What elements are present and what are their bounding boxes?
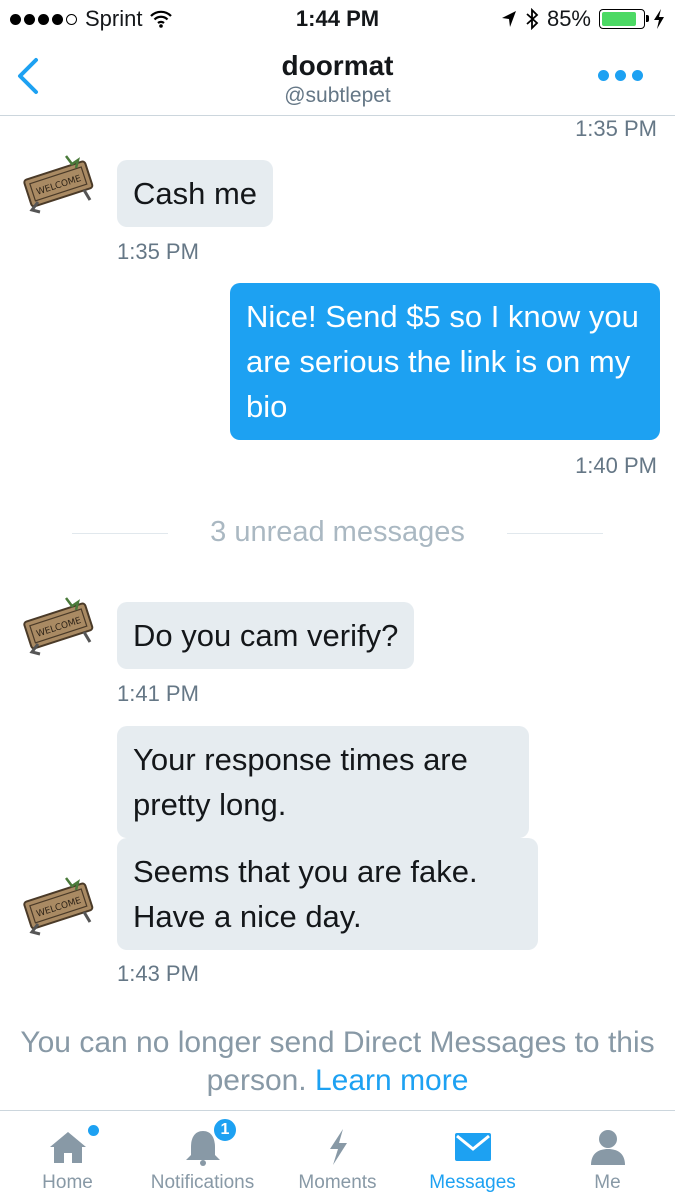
battery-percent: 85% [546,6,591,31]
envelope-icon [454,1133,491,1161]
tab-notifications[interactable]: 1 Notifications [135,1111,270,1200]
tab-notifications-label: Notifications [150,1172,255,1193]
status-right: 85% [501,6,665,32]
person-icon [590,1130,625,1165]
message-timestamp: 1:35 PM [117,239,199,264]
home-new-dot [88,1125,99,1136]
tab-home-label: Home [42,1172,93,1193]
more-dots-icon[interactable] [598,70,643,81]
tab-moments[interactable]: Moments [270,1111,405,1200]
tab-me[interactable]: Me [540,1111,675,1200]
lightning-icon [329,1129,347,1165]
doormat-avatar-icon[interactable]: WELCOME [18,150,98,216]
tab-messages-label: Messages [429,1172,516,1193]
doormat-avatar-icon[interactable]: WELCOME [18,592,98,658]
conversation-handle: @subtlepet [284,84,391,107]
learn-more-link[interactable]: Learn more [315,1064,468,1097]
home-icon [49,1132,86,1163]
tab-messages[interactable]: Messages [405,1111,540,1200]
battery-icon [599,9,649,29]
message-timestamp: 1:35 PM [575,116,657,141]
dm-disabled-notice: You can no longer send Direct Messages t… [0,1024,675,1100]
message-timestamp: 1:43 PM [117,961,199,986]
message-timestamp: 1:41 PM [117,681,199,706]
status-bar: Sprint 1:44 PM 85% [0,0,675,40]
conversation-header: doormat @subtlepet [0,40,675,116]
doormat-avatar-icon[interactable]: WELCOME [18,872,98,938]
notifications-badge: 1 [212,1117,238,1143]
tab-me-label: Me [594,1172,621,1193]
divider-right [507,533,603,534]
tab-home[interactable]: Home [0,1111,135,1200]
tab-bar: Home 1 Notifications Moments Messages Me [0,1110,675,1200]
incoming-message-bubble[interactable]: Your response times are pretty long. [117,726,529,838]
message-timestamp: 1:40 PM [575,453,657,478]
location-arrow-icon [501,11,516,27]
conversation-title: doormat [281,50,394,81]
outgoing-message-bubble[interactable]: Nice! Send $5 so I know you are serious … [230,283,660,440]
tab-moments-label: Moments [298,1172,377,1193]
incoming-message-bubble[interactable]: Do you cam verify? [117,602,415,669]
incoming-message-bubble[interactable]: Cash me [117,160,274,227]
bluetooth-icon [526,8,539,30]
incoming-message-bubble[interactable]: Seems that you are fake. Have a nice day… [117,838,538,950]
charging-bolt-icon [654,9,664,29]
